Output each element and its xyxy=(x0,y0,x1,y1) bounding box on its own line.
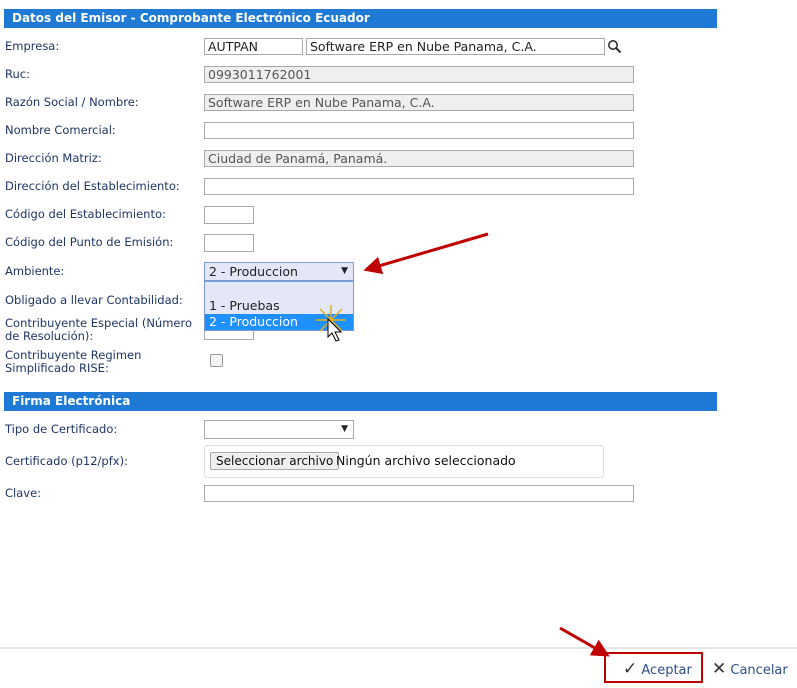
cancel-label: Cancelar xyxy=(730,663,788,678)
cursor-click-icon xyxy=(316,305,346,342)
section-header-emisor: Datos del Emisor - Comprobante Electróni… xyxy=(4,9,717,28)
chevron-down-icon: ▼ xyxy=(341,266,348,276)
label-ambiente: Ambiente: xyxy=(5,264,65,278)
annotation-arrow-ambiente xyxy=(363,232,489,275)
direccion-establecimiento-input[interactable] xyxy=(204,178,634,195)
label-direccion-establecimiento: Dirección del Establecimiento: xyxy=(5,179,180,193)
label-codigo-punto-emision: Código del Punto de Emisión: xyxy=(5,235,174,249)
label-obligado-contabilidad: Obligado a llevar Contabilidad: xyxy=(5,293,183,307)
codigo-establecimiento-input[interactable] xyxy=(204,206,254,224)
section-header-firma: Firma Electrónica xyxy=(4,392,717,411)
ambiente-selected: 2 - Produccion xyxy=(209,264,298,279)
label-ruc: Ruc: xyxy=(5,67,30,81)
chevron-down-icon: ▼ xyxy=(341,424,348,434)
accept-button[interactable]: ✓ Aceptar xyxy=(623,655,692,683)
select-file-button[interactable]: Seleccionar archivo xyxy=(210,452,340,470)
footer-divider xyxy=(0,647,797,649)
ruc-input[interactable]: 0993011762001 xyxy=(204,66,634,83)
label-certificado: Certificado (p12/pfx): xyxy=(5,454,128,468)
label-tipo-certificado: Tipo de Certificado: xyxy=(5,422,118,436)
check-icon: ✓ xyxy=(623,659,638,679)
label-razon-social: Razón Social / Nombre: xyxy=(5,95,139,109)
label-direccion-matriz: Dirección Matriz: xyxy=(5,151,102,165)
rise-checkbox[interactable] xyxy=(210,354,223,367)
search-icon[interactable] xyxy=(607,39,622,54)
codigo-punto-emision-input[interactable] xyxy=(204,234,254,252)
file-status: Ningún archivo seleccionado xyxy=(336,453,516,468)
accept-label: Aceptar xyxy=(641,663,692,678)
close-icon: ✕ xyxy=(712,659,727,679)
empresa-code-input[interactable]: AUTPAN xyxy=(204,38,303,55)
empresa-name-input[interactable]: Software ERP en Nube Panama, C.A. xyxy=(306,38,605,55)
direccion-matriz-input[interactable]: Ciudad de Panamá, Panamá. xyxy=(204,150,634,167)
label-nombre-comercial: Nombre Comercial: xyxy=(5,123,116,137)
label-codigo-establecimiento: Código del Establecimiento: xyxy=(5,207,166,221)
ambiente-option-empty[interactable] xyxy=(205,282,353,298)
certificado-file-field: Seleccionar archivo Ningún archivo selec… xyxy=(204,445,604,478)
label-empresa: Empresa: xyxy=(5,39,60,53)
label-clave: Clave: xyxy=(5,486,42,500)
label-contribuyente-especial: Contribuyente Especial (Número de Resolu… xyxy=(5,316,192,343)
tipo-certificado-select[interactable]: ▼ xyxy=(204,420,354,439)
cancel-button[interactable]: ✕ Cancelar xyxy=(712,655,788,683)
ambiente-select[interactable]: 2 - Produccion ▼ xyxy=(204,262,354,281)
clave-input[interactable] xyxy=(204,485,634,502)
label-rise: Contribuyente Regimen Simplificado RISE: xyxy=(5,348,142,375)
nombre-comercial-input[interactable] xyxy=(204,122,634,139)
razon-social-input[interactable]: Software ERP en Nube Panama, C.A. xyxy=(204,94,634,111)
